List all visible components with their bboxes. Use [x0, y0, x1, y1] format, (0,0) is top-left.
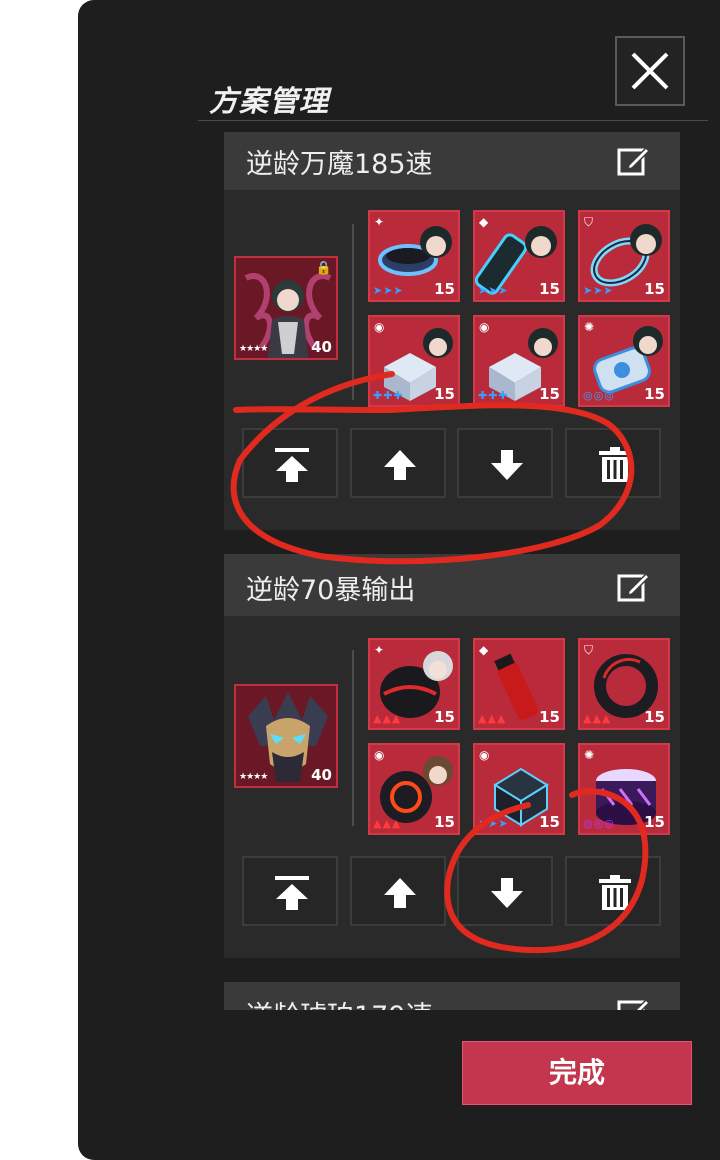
delete-button[interactable] — [565, 856, 661, 926]
plan-name: 逆龄70暴输出 — [246, 575, 416, 606]
set-icons: ▲▲▲ — [373, 817, 402, 830]
move-to-top-icon — [275, 876, 309, 910]
arrow-up-icon — [384, 450, 416, 480]
set-icons: ▲▲▲ — [373, 712, 402, 725]
plan-card: 逆龄70暴输出 ★★★★ 40 ✦ ▲▲▲ 15 ◆ ▲▲▲ 15 ⛉ ▲▲▲ … — [224, 554, 680, 958]
dialog-title: 方案管理 — [209, 84, 330, 118]
move-to-top-icon — [275, 448, 309, 482]
gear-level: 15 — [434, 813, 455, 831]
gear-level: 15 — [434, 385, 455, 403]
delete-button[interactable] — [565, 428, 661, 498]
slot-type-icon: ◆ — [479, 643, 489, 657]
move-up-button[interactable] — [350, 856, 446, 926]
gear-slot-helmet[interactable]: ⛉ ➤➤➤ 15 — [578, 210, 670, 302]
gear-slot-weapon[interactable]: ✦ ▲▲▲ 15 — [368, 638, 460, 730]
gear-slot-5[interactable]: ◉ ➤➤➤ 15 — [473, 743, 565, 835]
slot-type-icon: ✦ — [374, 215, 385, 229]
arrow-up-icon — [384, 878, 416, 908]
plan-card: 逆龄万魔185速 🔒 ★★★★ 40 ✦ ➤➤➤ 15 ◆ ➤➤➤ 15 ⛉ ➤… — [224, 132, 680, 530]
gear-level: 15 — [644, 813, 665, 831]
set-icons: ▲▲▲ — [583, 712, 612, 725]
gear-slot-armor[interactable]: ◆ ▲▲▲ 15 — [473, 638, 565, 730]
trash-icon — [599, 875, 631, 910]
gear-level: 15 — [539, 813, 560, 831]
trash-icon — [599, 447, 631, 482]
move-to-top-button[interactable] — [242, 856, 338, 926]
gear-slot-4[interactable]: ◉ ▲▲▲ 15 — [368, 743, 460, 835]
character-portrait[interactable]: ★★★★ 40 — [234, 684, 338, 788]
set-icons: ➤➤➤ — [478, 817, 509, 830]
set-icons: ◎◎◎ — [583, 817, 615, 830]
plan-header: 逆龄万魔185速 — [224, 132, 680, 190]
arrow-down-icon — [491, 878, 523, 908]
gear-level: 15 — [434, 280, 455, 298]
character-level: 40 — [311, 338, 332, 356]
edit-icon[interactable] — [616, 996, 650, 1010]
set-icons: ▲▲▲ — [478, 712, 507, 725]
set-icons: ➤➤➤ — [373, 284, 404, 297]
gear-slot-4[interactable]: ◉ ✚✚✚ 15 — [368, 315, 460, 407]
gear-slot-6[interactable]: ✺ ◎◎◎ 15 — [578, 743, 670, 835]
slot-type-icon: ✺ — [584, 748, 595, 762]
plan-card: 逆龄琥珀179速 — [224, 982, 680, 1010]
done-button[interactable]: 完成 — [462, 1041, 692, 1105]
character-portrait[interactable]: 🔒 ★★★★ 40 — [234, 256, 338, 360]
section-divider — [352, 224, 354, 400]
section-divider — [352, 650, 354, 826]
plan-name: 逆龄琥珀179速 — [246, 994, 433, 1010]
plan-header: 逆龄70暴输出 — [224, 554, 680, 616]
plan-name: 逆龄万魔185速 — [246, 149, 433, 180]
set-icons: ➤➤➤ — [478, 284, 509, 297]
edit-icon[interactable] — [616, 144, 650, 178]
slot-type-icon: ◉ — [374, 320, 385, 334]
move-down-button[interactable] — [457, 428, 553, 498]
gear-slot-helmet[interactable]: ⛉ ▲▲▲ 15 — [578, 638, 670, 730]
close-button[interactable] — [615, 36, 685, 106]
gear-slot-6[interactable]: ✺ ◎◎◎ 15 — [578, 315, 670, 407]
arrow-down-icon — [491, 450, 523, 480]
slot-type-icon: ◉ — [374, 748, 385, 762]
character-stars: ★★★★ — [239, 344, 268, 354]
gear-level: 15 — [539, 708, 560, 726]
move-to-top-button[interactable] — [242, 428, 338, 498]
gear-slot-5[interactable]: ◉ ✚✚✚ 15 — [473, 315, 565, 407]
character-level: 40 — [311, 766, 332, 784]
lock-icon: 🔒 — [315, 261, 332, 276]
slot-type-icon: ✺ — [584, 320, 595, 334]
slot-type-icon: ◉ — [479, 320, 490, 334]
slot-type-icon: ✦ — [374, 643, 385, 657]
move-down-button[interactable] — [457, 856, 553, 926]
plan-header: 逆龄琥珀179速 — [224, 982, 680, 1010]
gear-slot-armor[interactable]: ◆ ➤➤➤ 15 — [473, 210, 565, 302]
set-icons: ◎◎◎ — [583, 389, 615, 402]
move-up-button[interactable] — [350, 428, 446, 498]
gear-level: 15 — [539, 385, 560, 403]
gear-level: 15 — [644, 385, 665, 403]
set-icons: ➤➤➤ — [583, 284, 614, 297]
gear-level: 15 — [434, 708, 455, 726]
slot-type-icon: ⛉ — [584, 215, 594, 229]
plan-list[interactable]: 逆龄万魔185速 🔒 ★★★★ 40 ✦ ➤➤➤ 15 ◆ ➤➤➤ 15 ⛉ ➤… — [224, 132, 680, 1010]
gear-level: 15 — [539, 280, 560, 298]
slot-type-icon: ⛉ — [584, 643, 594, 657]
gear-level: 15 — [644, 280, 665, 298]
close-icon — [631, 52, 669, 90]
set-icons: ✚✚✚ — [478, 389, 509, 402]
slot-type-icon: ◆ — [479, 215, 489, 229]
gear-level: 15 — [644, 708, 665, 726]
slot-type-icon: ◉ — [479, 748, 490, 762]
set-icons: ✚✚✚ — [373, 389, 404, 402]
edit-icon[interactable] — [616, 570, 650, 604]
gear-slot-weapon[interactable]: ✦ ➤➤➤ 15 — [368, 210, 460, 302]
character-stars: ★★★★ — [239, 772, 268, 782]
title-divider — [198, 120, 708, 121]
